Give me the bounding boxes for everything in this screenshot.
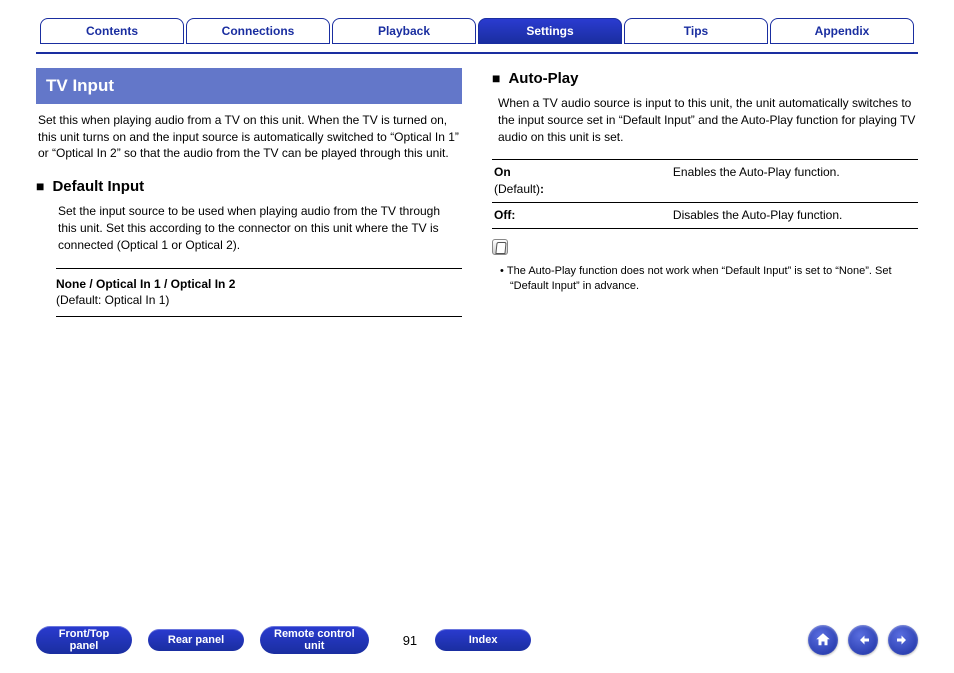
arrow-left-icon bbox=[854, 631, 872, 649]
option-key: On bbox=[494, 165, 511, 179]
tab-connections[interactable]: Connections bbox=[186, 18, 330, 44]
page-number: 91 bbox=[403, 633, 417, 648]
square-bullet-icon: ■ bbox=[492, 69, 500, 89]
tv-input-intro: Set this when playing audio from a TV on… bbox=[38, 112, 460, 162]
section-heading-default-input: Default Input bbox=[52, 176, 144, 197]
left-column: TV Input Set this when playing audio fro… bbox=[36, 68, 462, 321]
next-page-button[interactable] bbox=[888, 625, 918, 655]
section-title-tv-input: TV Input bbox=[36, 68, 462, 104]
table-row: Off: Disables the Auto-Play function. bbox=[492, 202, 918, 228]
top-nav: Contents Connections Playback Settings T… bbox=[36, 18, 918, 44]
square-bullet-icon: ■ bbox=[36, 177, 44, 197]
auto-play-note: • The Auto-Play function does not work w… bbox=[498, 264, 918, 295]
option-value: Disables the Auto-Play function. bbox=[671, 202, 918, 228]
default-input-desc: Set the input source to be used when pla… bbox=[58, 203, 460, 253]
note-icon bbox=[492, 239, 508, 255]
prev-page-button[interactable] bbox=[848, 625, 878, 655]
default-input-default: (Default: Optical In 1) bbox=[56, 293, 169, 307]
nav-remote-control-unit[interactable]: Remote controlunit bbox=[260, 626, 369, 654]
default-input-options: None / Optical In 1 / Optical In 2 bbox=[56, 277, 235, 291]
home-icon bbox=[814, 631, 832, 649]
bottom-nav: Front/Toppanel Rear panel Remote control… bbox=[36, 625, 918, 655]
option-key: Off: bbox=[494, 208, 515, 222]
nav-index[interactable]: Index bbox=[435, 629, 531, 651]
option-value: Enables the Auto-Play function. bbox=[671, 160, 918, 203]
tab-tips[interactable]: Tips bbox=[624, 18, 768, 44]
right-column: ■ Auto-Play When a TV audio source is in… bbox=[492, 68, 918, 321]
nav-front-top-panel[interactable]: Front/Toppanel bbox=[36, 626, 132, 654]
section-heading-auto-play: Auto-Play bbox=[508, 68, 578, 89]
home-button[interactable] bbox=[808, 625, 838, 655]
tab-contents[interactable]: Contents bbox=[40, 18, 184, 44]
arrow-right-icon bbox=[894, 631, 912, 649]
tab-appendix[interactable]: Appendix bbox=[770, 18, 914, 44]
tab-settings[interactable]: Settings bbox=[478, 18, 622, 44]
auto-play-desc: When a TV audio source is input to this … bbox=[498, 95, 916, 145]
option-key-sub: (Default): bbox=[494, 182, 544, 196]
tab-playback[interactable]: Playback bbox=[332, 18, 476, 44]
auto-play-options-table: On (Default): Enables the Auto-Play func… bbox=[492, 159, 918, 228]
table-row: On (Default): Enables the Auto-Play func… bbox=[492, 160, 918, 203]
nav-rear-panel[interactable]: Rear panel bbox=[148, 629, 244, 651]
